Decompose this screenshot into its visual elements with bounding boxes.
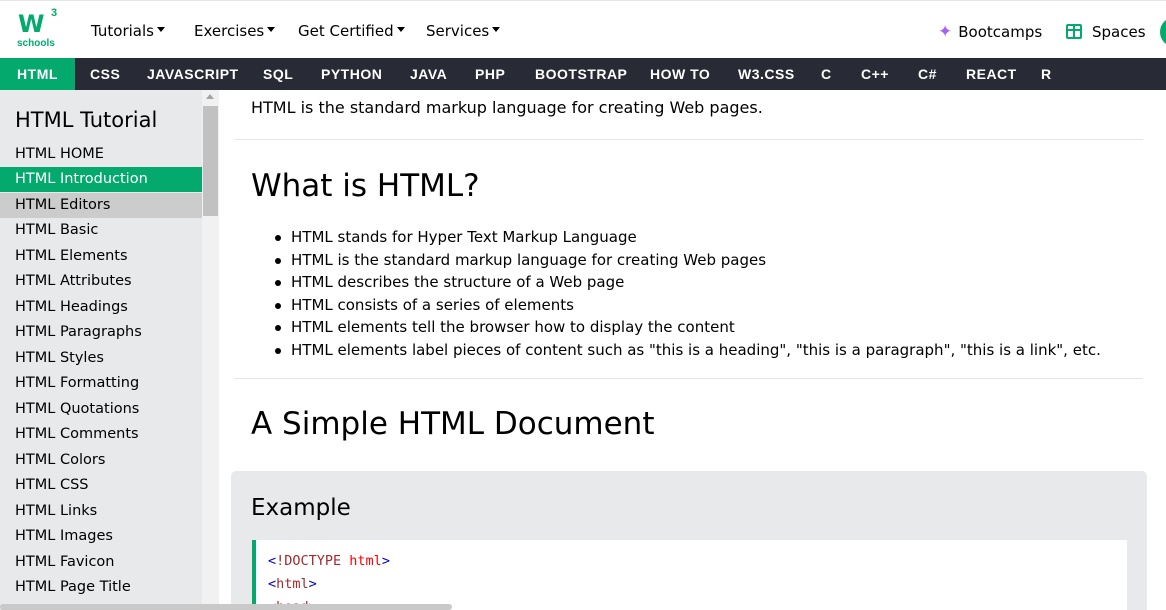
caret-down-icon bbox=[492, 27, 501, 32]
sidebar-item[interactable]: HTML Basic bbox=[0, 218, 202, 243]
subject-tab-csharp[interactable]: C# bbox=[918, 58, 937, 90]
divider bbox=[234, 139, 1143, 140]
subject-tab-c[interactable]: C bbox=[821, 58, 832, 90]
bootcamps-link[interactable]: ✦ Bootcamps bbox=[938, 22, 1042, 42]
nav-exercises[interactable]: Exercises bbox=[194, 22, 276, 40]
top-bar: W 3 schools Tutorials Exercises Get Cert… bbox=[0, 0, 1166, 58]
subject-tab-cpp[interactable]: C++ bbox=[861, 58, 889, 90]
nav-services-label: Services bbox=[426, 22, 490, 40]
subject-tab-w3css[interactable]: W3.CSS bbox=[738, 58, 795, 90]
list-item: HTML elements label pieces of content su… bbox=[275, 339, 1101, 362]
subject-tab-bootstrap[interactable]: BOOTSTRAP bbox=[535, 58, 627, 90]
caret-down-icon bbox=[156, 27, 165, 32]
caret-down-icon bbox=[267, 27, 276, 32]
divider bbox=[234, 378, 1143, 379]
code-attr: html bbox=[341, 553, 382, 569]
subject-tab-html[interactable]: HTML bbox=[0, 58, 75, 90]
user-avatar[interactable] bbox=[1160, 17, 1166, 47]
sidebar-item[interactable]: HTML Formatting bbox=[0, 371, 202, 396]
html-facts-list: HTML stands for Hyper Text Markup Langua… bbox=[275, 226, 1101, 362]
example-title: Example bbox=[251, 495, 351, 521]
bootcamps-label: Bootcamps bbox=[958, 23, 1043, 41]
list-item: HTML consists of a series of elements bbox=[275, 294, 1101, 317]
subject-tab-how-to[interactable]: HOW TO bbox=[650, 58, 710, 90]
sidebar-item[interactable]: HTML Headings bbox=[0, 295, 202, 320]
list-item: HTML describes the structure of a Web pa… bbox=[275, 271, 1101, 294]
subject-tab-css[interactable]: CSS bbox=[90, 58, 120, 90]
sidebar-item[interactable]: HTML HOME bbox=[0, 142, 202, 167]
code-bracket: < bbox=[268, 553, 277, 569]
sidebar-item[interactable]: HTML Styles bbox=[0, 346, 202, 371]
subject-nav-bar: HTML CSS JAVASCRIPT SQL PYTHON JAVA PHP … bbox=[0, 58, 1166, 90]
spaces-link[interactable]: Spaces bbox=[1066, 22, 1146, 41]
sidebar-item[interactable]: HTML Page Title bbox=[0, 575, 202, 600]
sidebar-title: HTML Tutorial bbox=[15, 108, 158, 132]
subject-tab-r[interactable]: R bbox=[1041, 58, 1052, 90]
nav-services[interactable]: Services bbox=[426, 22, 501, 40]
example-box: Example <!DOCTYPE html> <html> <head> bbox=[231, 471, 1147, 610]
spaces-label: Spaces bbox=[1092, 23, 1146, 41]
gift-icon bbox=[1066, 24, 1082, 39]
sidebar-item[interactable]: HTML Comments bbox=[0, 422, 202, 447]
nav-exercises-label: Exercises bbox=[194, 22, 265, 40]
subject-tab-python[interactable]: PYTHON bbox=[321, 58, 382, 90]
sidebar-item[interactable]: HTML Colors bbox=[0, 448, 202, 473]
list-item: HTML is the standard markup language for… bbox=[275, 249, 1101, 272]
logo-superscript: 3 bbox=[51, 7, 58, 19]
main-content: HTML is the standard markup language for… bbox=[219, 90, 1166, 610]
logo-word: schools bbox=[17, 38, 55, 49]
subject-tab-javascript[interactable]: JAVASCRIPT bbox=[147, 58, 239, 90]
code-lines: <!DOCTYPE html> <html> <head> bbox=[268, 550, 390, 610]
intro-text: HTML is the standard markup language for… bbox=[251, 98, 763, 117]
code-line: <!DOCTYPE html> bbox=[268, 550, 390, 573]
code-line: <html> bbox=[268, 573, 390, 596]
w3schools-logo[interactable]: W 3 schools bbox=[16, 7, 60, 52]
code-bracket: > bbox=[381, 553, 390, 569]
horizontal-scrollbar-thumb[interactable] bbox=[0, 604, 452, 610]
sidebar-item[interactable]: HTML Paragraphs bbox=[0, 320, 202, 345]
list-item: HTML elements tell the browser how to di… bbox=[275, 316, 1101, 339]
nav-tutorials[interactable]: Tutorials bbox=[91, 22, 165, 40]
logo-mark: W bbox=[18, 10, 45, 38]
code-block: <!DOCTYPE html> <html> <head> bbox=[252, 540, 1127, 610]
what-is-html-heading: What is HTML? bbox=[251, 168, 480, 204]
subject-tab-sql[interactable]: SQL bbox=[263, 58, 293, 90]
subject-tab-react[interactable]: REACT bbox=[966, 58, 1017, 90]
code-tag: html bbox=[276, 576, 309, 592]
sidebar-item[interactable]: HTML Attributes bbox=[0, 269, 202, 294]
sidebar-item-active[interactable]: HTML Introduction bbox=[0, 167, 202, 192]
sidebar-item[interactable]: HTML Quotations bbox=[0, 397, 202, 422]
subject-tab-java[interactable]: JAVA bbox=[410, 58, 447, 90]
sidebar-item[interactable]: HTML CSS bbox=[0, 473, 202, 498]
sidebar-item[interactable]: HTML Links bbox=[0, 499, 202, 524]
scroll-up-arrow-icon[interactable] bbox=[206, 94, 214, 99]
list-item: HTML stands for Hyper Text Markup Langua… bbox=[275, 226, 1101, 249]
nav-get-certified-label: Get Certified bbox=[298, 22, 394, 40]
code-bracket: < bbox=[268, 576, 277, 592]
subject-tab-php[interactable]: PHP bbox=[475, 58, 505, 90]
nav-get-certified[interactable]: Get Certified bbox=[298, 22, 405, 40]
sidebar-item[interactable]: HTML Favicon bbox=[0, 550, 202, 575]
code-bracket: > bbox=[308, 576, 317, 592]
sidebar-item[interactable]: HTML Images bbox=[0, 524, 202, 549]
nav-tutorials-label: Tutorials bbox=[91, 22, 154, 40]
sidebar: HTML Tutorial HTML HOME HTML Introductio… bbox=[0, 90, 202, 610]
sidebar-scrollbar-thumb[interactable] bbox=[203, 106, 218, 216]
sidebar-item[interactable]: HTML Editors bbox=[0, 193, 202, 218]
code-tag: !DOCTYPE bbox=[276, 553, 342, 569]
caret-down-icon bbox=[396, 27, 405, 32]
sparkle-icon: ✦ bbox=[938, 22, 953, 42]
simple-document-heading: A Simple HTML Document bbox=[251, 406, 655, 442]
sidebar-item[interactable]: HTML Elements bbox=[0, 244, 202, 269]
